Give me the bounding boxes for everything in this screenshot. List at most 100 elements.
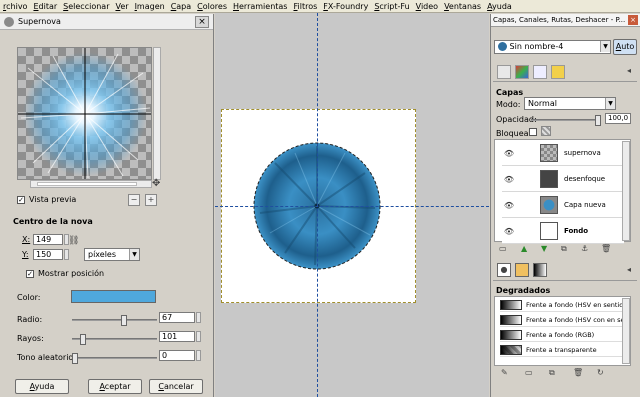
menu-imagen[interactable]: Imagen: [132, 0, 168, 12]
rays-spin-buttons[interactable]: [196, 331, 201, 342]
tab-menu-icon[interactable]: ◂: [627, 66, 631, 75]
scroll-thumb[interactable]: [37, 182, 137, 186]
delete-gradient-icon[interactable]: 🗑: [573, 368, 583, 377]
menu-ver[interactable]: Ver: [112, 0, 131, 12]
raise-layer-icon[interactable]: ▲: [521, 244, 527, 253]
opacity-slider-handle[interactable]: [595, 115, 601, 126]
auto-button[interactable]: Auto: [613, 39, 637, 55]
menu-ventanas[interactable]: Ventanas: [441, 0, 484, 12]
anchor-layer-icon[interactable]: ⚓: [581, 244, 588, 253]
visibility-eye-icon[interactable]: 👁: [502, 175, 516, 184]
dialog-close-button[interactable]: ×: [195, 16, 209, 28]
gradient-item[interactable]: Frente a fondo (RGB): [500, 329, 622, 342]
mode-value: Normal: [528, 99, 557, 108]
supernova-dialog: Supernova × ✥ ✓ Vista previa − + Centro …: [0, 14, 214, 397]
new-gradient-icon[interactable]: ▭: [525, 368, 533, 377]
menu-video[interactable]: Video: [413, 0, 441, 12]
gradients-tab-icon[interactable]: [533, 263, 547, 277]
mode-select[interactable]: Normal ▼: [524, 97, 616, 110]
radius-slider-handle[interactable]: [121, 315, 127, 326]
gradient-item[interactable]: Frente a transparente: [500, 344, 622, 357]
opacity-slider[interactable]: [531, 115, 601, 126]
menu-archivo[interactable]: rchivo: [0, 0, 30, 12]
duplicate-gradient-icon[interactable]: ⧉: [549, 368, 555, 378]
color-button[interactable]: [71, 290, 156, 303]
layer-row[interactable]: 👁 supernova: [502, 141, 624, 166]
vertical-guide[interactable]: [317, 13, 318, 397]
y-input[interactable]: 150: [33, 249, 63, 260]
horizontal-guide[interactable]: [215, 206, 489, 207]
layer-row[interactable]: 👁 Capa nueva: [502, 193, 624, 218]
unit-select[interactable]: píxeles ▼: [84, 248, 140, 261]
preview-vertical-scrollbar[interactable]: [153, 47, 161, 180]
refresh-gradients-icon[interactable]: ↻: [597, 368, 604, 377]
channels-tab-icon[interactable]: [515, 65, 529, 79]
menu-filtros[interactable]: Filtros: [290, 0, 320, 12]
opacity-input[interactable]: 100,0: [605, 113, 631, 124]
edit-gradient-icon[interactable]: ✎: [501, 368, 508, 377]
menu-capa[interactable]: Capa: [168, 0, 194, 12]
random-hue-slider[interactable]: [72, 353, 157, 364]
gradients-scrollbar[interactable]: [622, 298, 630, 364]
menu-fx-foundry[interactable]: FX-Foundry: [320, 0, 371, 12]
rays-slider[interactable]: [72, 334, 157, 345]
layer-thumbnail: [540, 144, 558, 162]
dock-close-button[interactable]: ×: [628, 15, 638, 25]
chain-link-icon[interactable]: ⛓: [68, 236, 79, 246]
visibility-eye-icon[interactable]: 👁: [502, 201, 516, 210]
show-position-label: Mostrar posición: [38, 269, 105, 278]
paths-tab-icon[interactable]: [533, 65, 547, 79]
random-hue-spin-buttons[interactable]: [196, 350, 201, 361]
menu-herramientas[interactable]: Herramientas: [230, 0, 291, 12]
rays-slider-handle[interactable]: [80, 334, 86, 345]
image-select[interactable]: Sin nombre-4 ▼: [494, 40, 611, 54]
y-spin-buttons[interactable]: [64, 249, 69, 260]
visibility-eye-icon[interactable]: 👁: [502, 227, 516, 236]
radius-input[interactable]: 67: [159, 312, 195, 323]
lock-pixels-checkbox[interactable]: [529, 128, 537, 136]
layer-row[interactable]: 👁 desenfoque: [502, 167, 624, 192]
lower-layer-icon[interactable]: ▼: [541, 244, 547, 253]
radius-slider[interactable]: [72, 315, 157, 326]
navigate-icon[interactable]: ✥: [152, 178, 160, 189]
layer-row[interactable]: 👁 Fondo: [502, 219, 624, 244]
image-canvas[interactable]: [215, 13, 489, 397]
preview-toggle[interactable]: ✓ Vista previa: [17, 195, 76, 204]
menu-seleccionar[interactable]: Seleccionar: [60, 0, 112, 12]
lock-alpha-icon[interactable]: [541, 126, 551, 136]
random-hue-input[interactable]: 0: [159, 350, 195, 361]
brushes-tab-icon[interactable]: ●: [497, 263, 511, 277]
preview-horizontal-scrollbar[interactable]: [30, 180, 152, 188]
menu-script-fu[interactable]: Script-Fu: [371, 0, 412, 12]
show-position-checkbox[interactable]: ✓: [26, 269, 34, 278]
menu-editar[interactable]: Editar: [30, 0, 60, 12]
visibility-eye-icon[interactable]: 👁: [502, 149, 516, 158]
preview-checkbox[interactable]: ✓: [17, 195, 25, 204]
new-layer-icon[interactable]: ▭: [499, 244, 507, 253]
undo-tab-icon[interactable]: [551, 65, 565, 79]
cancel-button[interactable]: Cancelar: [149, 379, 203, 394]
layers-scrollbar[interactable]: [622, 141, 630, 241]
gradient-item[interactable]: Frente a fondo (HSV con en se: [500, 314, 622, 327]
patterns-tab-icon[interactable]: [515, 263, 529, 277]
zoom-out-icon[interactable]: −: [128, 194, 140, 206]
menu-ayuda[interactable]: Ayuda: [484, 0, 515, 12]
gradient-swatch: [500, 315, 522, 325]
delete-layer-icon[interactable]: 🗑: [601, 244, 611, 253]
menu-colores[interactable]: Colores: [194, 0, 230, 12]
layers-tab-icon[interactable]: [497, 65, 511, 79]
rays-input[interactable]: 101: [159, 331, 195, 342]
random-hue-slider-handle[interactable]: [72, 353, 78, 364]
tab-menu-icon[interactable]: ◂: [627, 265, 631, 274]
supernova-sphere: [253, 142, 381, 270]
gimp-logo-icon: [4, 16, 14, 27]
preview-area[interactable]: [17, 47, 152, 180]
duplicate-layer-icon[interactable]: ⧉: [561, 244, 567, 254]
radius-spin-buttons[interactable]: [196, 312, 201, 323]
ok-button[interactable]: Aceptar: [88, 379, 142, 394]
show-position-toggle[interactable]: ✓ Mostrar posición: [26, 269, 104, 278]
zoom-in-icon[interactable]: +: [145, 194, 157, 206]
x-input[interactable]: 149: [33, 234, 63, 245]
gradient-item[interactable]: Frente a fondo (HSV en sentido: [500, 299, 622, 312]
help-button[interactable]: Ayuda: [15, 379, 69, 394]
